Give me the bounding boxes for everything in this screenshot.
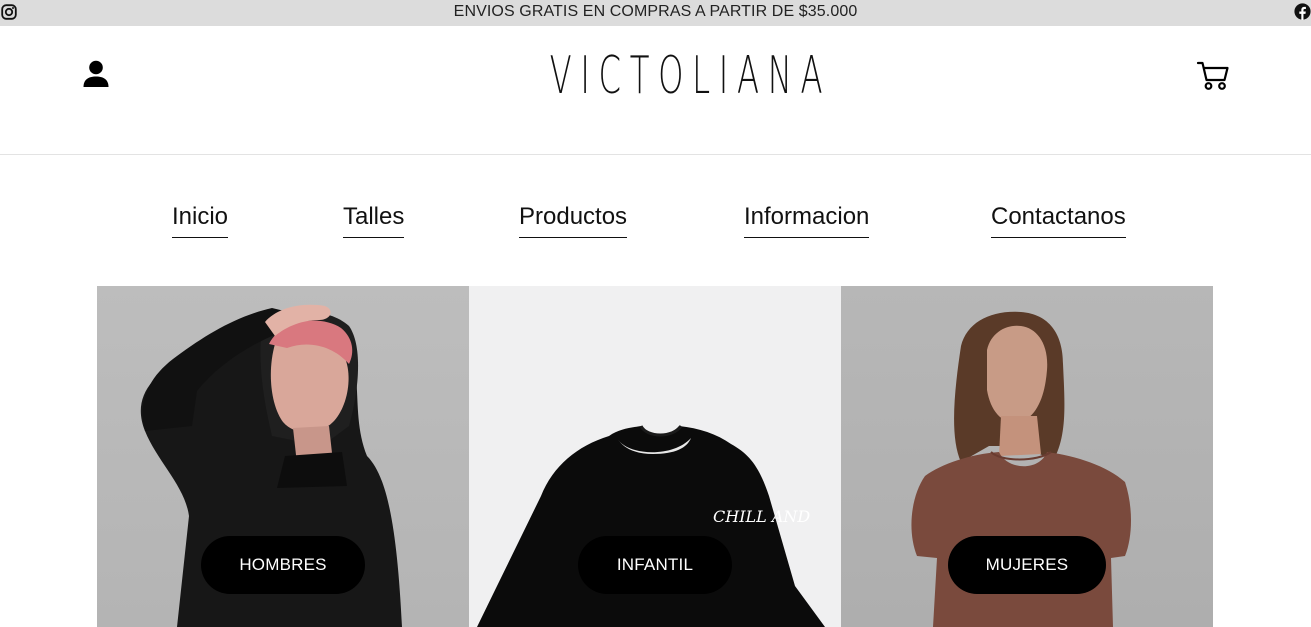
announcement-text: ENVIOS GRATIS EN COMPRAS A PARTIR DE $35… — [453, 3, 858, 20]
nav-item-inicio[interactable]: Inicio — [172, 200, 229, 238]
site-header: VICTOLIANA — [0, 26, 1311, 155]
category-tile-mujeres[interactable]: MUJERES — [841, 286, 1213, 627]
cart-icon[interactable] — [1196, 59, 1230, 91]
brand-logo[interactable]: VICTOLIANA — [550, 44, 823, 108]
nav-item-contactanos[interactable]: Contactanos — [991, 200, 1126, 238]
nav-item-informacion[interactable]: Informacion — [744, 200, 870, 238]
user-icon[interactable] — [82, 59, 110, 89]
svg-text:CHILL AND: CHILL AND — [713, 507, 810, 526]
shirt-print-logo: CHILL AND — [713, 507, 810, 526]
category-button-infantil[interactable]: INFANTIL — [578, 536, 732, 594]
nav-item-productos[interactable]: Productos — [519, 200, 628, 238]
category-button-mujeres[interactable]: MUJERES — [948, 536, 1106, 594]
category-grid: HOMBRES CHILL AND INFANTIL MUJERES — [97, 286, 1213, 627]
facebook-icon[interactable] — [1294, 3, 1311, 20]
category-button-hombres[interactable]: HOMBRES — [201, 536, 365, 594]
nav-item-talles[interactable]: Talles — [343, 200, 405, 238]
announcement-bar: ENVIOS GRATIS EN COMPRAS A PARTIR DE $35… — [0, 0, 1311, 26]
main-nav: Inicio Talles Productos Informacion Cont… — [0, 200, 1311, 240]
category-tile-infantil[interactable]: CHILL AND INFANTIL — [469, 286, 841, 627]
category-tile-hombres[interactable]: HOMBRES — [97, 286, 469, 627]
